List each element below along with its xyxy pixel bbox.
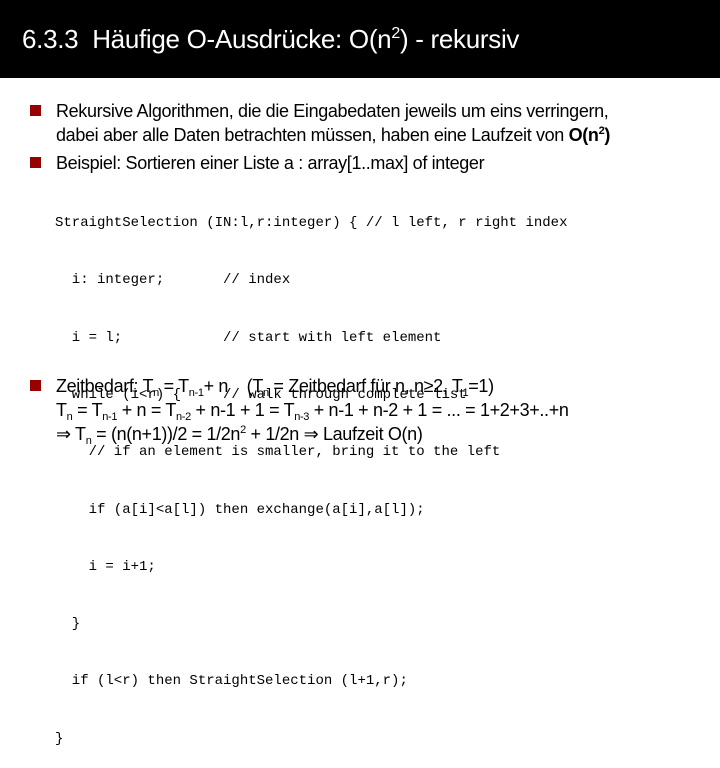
bullet-line: Rekursive Algorithmen, die die Eingabeda…	[56, 101, 609, 121]
bullet-square-icon	[30, 157, 41, 168]
code-line: i: integer; // index	[55, 272, 291, 289]
bullet-text: Zeitbedarf: Tn = Tn-1+ n (Tn = Zeitbedar…	[56, 374, 569, 447]
section-number: 6.3.3	[22, 24, 79, 54]
bullet-square-icon	[30, 105, 41, 116]
code-line: i = l; // start with left element	[55, 329, 442, 346]
code-line: }	[55, 730, 64, 747]
bullet-line: dabei aber alle Daten betrachten müssen,…	[56, 123, 610, 147]
bullet-text: Rekursive Algorithmen, die die Eingabeda…	[56, 99, 610, 147]
title-text-end: ) - rekursiv	[399, 24, 520, 54]
code-line: if (l<r) then StraightSelection (l+1,r);	[55, 673, 408, 690]
bullet-line-text: dabei aber alle Daten betrachten müssen,…	[56, 125, 569, 145]
formula-line: Tn = Tn-1 + n = Tn-2 + n-1 + 1 = Tn-3 + …	[56, 400, 569, 423]
bullet-text: Beispiel: Sortieren einer Liste a : arra…	[56, 153, 485, 173]
code-line: if (a[i]<a[l]) then exchange(a[i],a[l]);	[55, 501, 425, 518]
code-line: // if an element is smaller, bring it to…	[55, 444, 501, 461]
code-block: StraightSelection (IN:l,r:integer) { // …	[55, 176, 567, 768]
code-line: i = i+1;	[55, 558, 156, 575]
title-superscript: 2	[391, 25, 400, 42]
formula-line: Zeitbedarf: Tn = Tn-1+ n (Tn = Zeitbedar…	[56, 376, 494, 399]
complexity-bold: O(n2)	[568, 125, 611, 145]
title-text: Häufige O-Ausdrücke: O(n	[92, 24, 392, 54]
bullet-square-icon	[30, 380, 41, 391]
code-line: StraightSelection (IN:l,r:integer) { // …	[55, 215, 568, 232]
slide-title: 6.3.3 Häufige O-Ausdrücke: O(n2) - rekur…	[22, 24, 519, 55]
formula-line: ⇒ Tn = (n(n+1))/2 = 1/2n2 + 1/2n ⇒ Laufz…	[56, 424, 423, 447]
title-bar: 6.3.3 Häufige O-Ausdrücke: O(n2) - rekur…	[0, 0, 720, 78]
code-line: }	[55, 616, 81, 633]
